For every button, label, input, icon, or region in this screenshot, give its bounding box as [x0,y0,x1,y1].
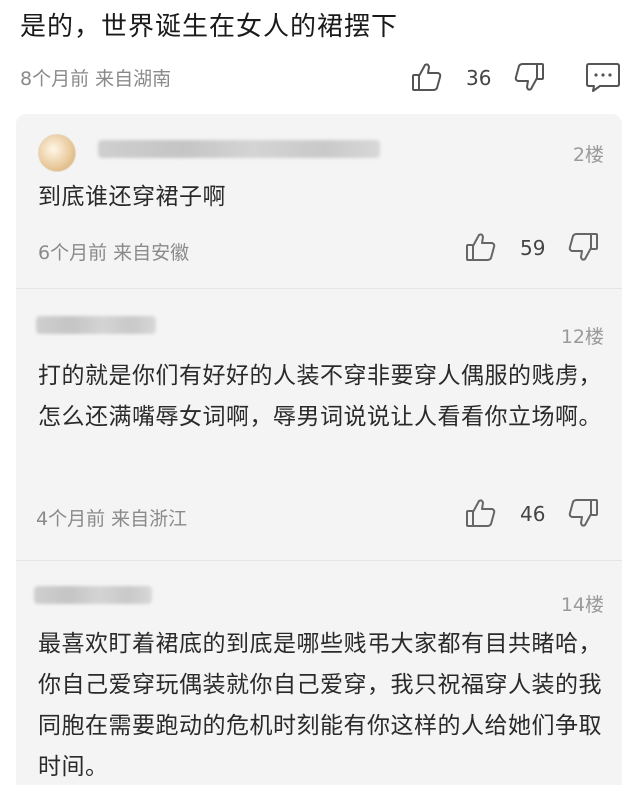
reply-item: 14楼 最喜欢盯着裙底的到底是哪些贱弔大家都有目共睹哈，你自己爱穿玩偶装就你自己… [16,566,622,785]
replies-panel: 2楼 到底谁还穿裙子啊 6个月前 来自安徽 59 12楼 打的就是你们有好好的人… [16,114,622,785]
top-dislike-button[interactable] [512,60,546,94]
thumbs-up-icon [464,230,498,264]
reply-button[interactable] [584,60,622,94]
divider [16,288,622,289]
thumbs-up-icon [464,496,498,530]
reply-text: 打的就是你们有好好的人装不穿非要穿人偶服的贱虏，怎么还满嘴辱女词啊，辱男词说说让… [38,363,602,430]
dislike-button[interactable] [566,496,600,530]
top-comment-meta: 8个月前 来自湖南 [20,68,172,90]
top-like-count: 36 [466,66,492,90]
dislike-button[interactable] [566,230,600,264]
floor-label: 14楼 [560,594,604,616]
reply-meta: 4个月前 来自浙江 [36,508,188,530]
reply-item: 2楼 到底谁还穿裙子啊 6个月前 来自安徽 59 [16,114,622,282]
comment-bubble-icon [584,60,622,94]
username-blurred [98,140,380,158]
floor-label: 2楼 [572,144,604,166]
thumbs-down-icon [566,496,600,530]
username-blurred [34,586,152,604]
avatar [38,134,76,172]
reply-text: 最喜欢盯着裙底的到底是哪些贱弔大家都有目共睹哈，你自己爱穿玩偶装就你自己爱穿，我… [38,631,602,780]
reply-meta: 6个月前 来自安徽 [38,242,190,264]
username-blurred [36,316,156,334]
like-count: 59 [520,236,546,260]
like-button[interactable] [464,496,498,530]
divider [16,560,622,561]
thumbs-down-icon [512,60,546,94]
reply-text: 到底谁还穿裙子啊 [38,184,226,210]
floor-label: 12楼 [560,326,604,348]
like-button[interactable] [464,230,498,264]
thumbs-up-icon [410,60,444,94]
top-like-button[interactable] [410,60,444,94]
thumbs-down-icon [566,230,600,264]
reply-item: 12楼 打的就是你们有好好的人装不穿非要穿人偶服的贱虏，怎么还满嘴辱女词啊，辱男… [16,294,622,556]
top-comment-text: 是的，世界诞生在女人的裙摆下 [20,12,399,42]
like-count: 46 [520,502,546,526]
